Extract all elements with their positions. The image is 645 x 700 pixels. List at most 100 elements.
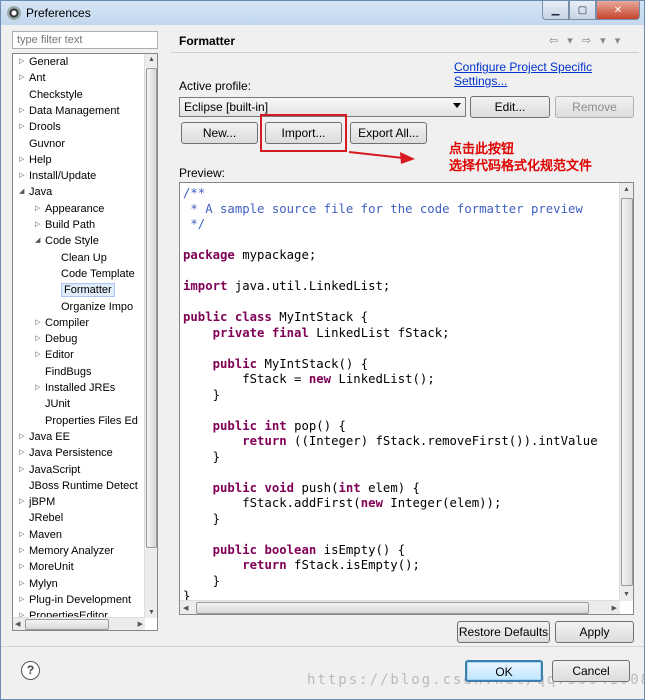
edit-button[interactable]: Edit... — [470, 96, 550, 118]
expand-arrow-icon[interactable]: ▷ — [19, 103, 29, 119]
collapse-arrow-icon[interactable]: ◢ — [35, 233, 45, 249]
title-bar[interactable]: Preferences ▁ ▢ ✕ — [1, 1, 644, 25]
expand-arrow-icon[interactable]: ▷ — [35, 315, 45, 331]
code-preview-text: /** * A sample source file for the code … — [183, 186, 620, 600]
tree-item[interactable]: Properties Files Ed — [35, 413, 138, 429]
preview-vertical-thumb[interactable] — [621, 198, 633, 586]
tree-item[interactable]: ▷ Build Path — [35, 217, 95, 233]
tree-horizontal-thumb[interactable] — [25, 619, 109, 630]
scroll-down-icon[interactable]: ▼ — [623, 591, 630, 598]
expand-arrow-icon[interactable]: ▷ — [19, 54, 29, 70]
tree-item[interactable]: Clean Up — [51, 250, 107, 266]
scroll-left-icon[interactable]: ◀ — [15, 620, 20, 628]
code-line: public boolean isEmpty() { — [183, 543, 620, 559]
code-line: } — [183, 589, 620, 600]
scroll-right-icon[interactable]: ▶ — [612, 604, 617, 612]
preview-horizontal-thumb[interactable] — [196, 602, 589, 614]
minimize-button[interactable]: ▁ — [542, 1, 569, 20]
history-nav-icons[interactable]: ⇦ ▾ ⇨ ▾ ▾ — [549, 34, 623, 47]
expand-arrow-icon[interactable]: ▷ — [19, 527, 29, 543]
scroll-down-icon[interactable]: ▼ — [148, 609, 155, 616]
expand-arrow-icon[interactable]: ▷ — [19, 543, 29, 559]
expand-arrow-icon[interactable]: ▷ — [35, 347, 45, 363]
tree-item[interactable]: ▷ General — [19, 54, 68, 70]
preview-horizontal-scrollbar[interactable]: ◀ ▶ — [180, 600, 620, 614]
code-line: * A sample source file for the code form… — [183, 202, 620, 218]
expand-arrow-icon[interactable]: ▷ — [19, 429, 29, 445]
scroll-up-icon[interactable]: ▲ — [623, 186, 630, 193]
code-line: } — [183, 574, 620, 590]
tree-item[interactable]: ▷ Help — [19, 152, 52, 168]
expand-arrow-icon[interactable]: ▷ — [19, 559, 29, 575]
scroll-up-icon[interactable]: ▲ — [148, 56, 155, 63]
tree-item[interactable]: ◢ Java — [19, 184, 52, 200]
tree-item[interactable]: ▷ Drools — [19, 119, 61, 135]
close-button[interactable]: ✕ — [596, 1, 640, 20]
tree-item[interactable]: ▷ Editor — [35, 347, 74, 363]
tree-item[interactable]: Code Template — [51, 266, 135, 282]
expand-arrow-icon[interactable]: ▷ — [35, 201, 45, 217]
tree-item[interactable]: ▷ Java EE — [19, 429, 70, 445]
ok-button[interactable]: OK — [465, 660, 543, 682]
expand-arrow-icon[interactable]: ▷ — [19, 462, 29, 478]
expand-arrow-icon[interactable]: ▷ — [19, 494, 29, 510]
cancel-button[interactable]: Cancel — [552, 660, 630, 682]
tree-item[interactable]: ▷ Appearance — [35, 201, 104, 217]
tree-item[interactable]: Guvnor — [19, 136, 65, 152]
expand-arrow-icon[interactable]: ▷ — [35, 217, 45, 233]
tree-item[interactable]: ▷ jBPM — [19, 494, 55, 510]
help-icon[interactable]: ? — [21, 661, 40, 680]
expand-arrow-icon[interactable]: ▷ — [19, 168, 29, 184]
code-preview[interactable]: /** * A sample source file for the code … — [179, 182, 634, 615]
expand-arrow-icon[interactable]: ▷ — [19, 152, 29, 168]
tree-item[interactable]: FindBugs — [35, 364, 91, 380]
maximize-button[interactable]: ▢ — [569, 1, 596, 20]
expand-arrow-icon[interactable]: ▷ — [19, 445, 29, 461]
collapse-arrow-icon[interactable]: ◢ — [19, 184, 29, 200]
tree-item[interactable]: ▷ Compiler — [35, 315, 89, 331]
tree-item[interactable]: JRebel — [19, 510, 63, 526]
tree-item[interactable]: ▷ Install/Update — [19, 168, 96, 184]
tree-vertical-scrollbar[interactable]: ▲ ▼ — [144, 54, 157, 618]
restore-defaults-button[interactable]: Restore Defaults — [457, 621, 550, 643]
tree-item[interactable]: ▷ Ant — [19, 70, 46, 86]
tree-item[interactable]: ▷ Java Persistence — [19, 445, 113, 461]
scroll-right-icon[interactable]: ▶ — [138, 620, 143, 628]
filter-input[interactable] — [12, 31, 158, 49]
tree-item[interactable]: Organize Impo — [51, 299, 133, 315]
expand-arrow-icon[interactable]: ▷ — [19, 592, 29, 608]
tree-item[interactable]: ▷ Plug-in Development — [19, 592, 131, 608]
configure-project-settings-link[interactable]: Configure Project Specific Settings... — [454, 60, 644, 88]
tree-item[interactable]: ▷ Installed JREs — [35, 380, 115, 396]
expand-arrow-icon[interactable]: ▷ — [35, 380, 45, 396]
tree-item[interactable]: Checkstyle — [19, 87, 83, 103]
tree-item[interactable]: ◢ Code Style — [35, 233, 99, 249]
tree-item[interactable]: ▷ Debug — [35, 331, 77, 347]
tree-item[interactable]: ▷ Mylyn — [19, 576, 58, 592]
code-line: fStack.addFirst(new Integer(elem)); — [183, 496, 620, 512]
tree-item[interactable]: ▷ Memory Analyzer — [19, 543, 114, 559]
tree-item[interactable]: JBoss Runtime Detect — [19, 478, 138, 494]
tree-item[interactable]: ▷ JavaScript — [19, 462, 80, 478]
expand-arrow-icon[interactable]: ▷ — [19, 119, 29, 135]
remove-button[interactable]: Remove — [555, 96, 634, 118]
tree-item[interactable]: ▷ Data Management — [19, 103, 120, 119]
scroll-left-icon[interactable]: ◀ — [183, 604, 188, 612]
apply-button[interactable]: Apply — [555, 621, 634, 643]
tree-item[interactable]: Formatter — [51, 282, 115, 298]
tree-horizontal-scrollbar[interactable]: ◀ ▶ — [13, 617, 145, 630]
tree-item[interactable]: ▷ Maven — [19, 527, 62, 543]
expand-arrow-icon[interactable]: ▷ — [19, 576, 29, 592]
preview-vertical-scrollbar[interactable]: ▲ ▼ — [619, 183, 633, 601]
tree-item-label: Installed JREs — [45, 382, 116, 394]
tree-item[interactable]: JUnit — [35, 396, 70, 412]
new-button[interactable]: New... — [181, 122, 258, 144]
code-text: java.util.LinkedList; — [227, 279, 391, 293]
tree-vertical-thumb[interactable] — [146, 68, 157, 548]
expand-arrow-icon[interactable]: ▷ — [19, 70, 29, 86]
expand-arrow-icon[interactable]: ▷ — [35, 331, 45, 347]
tree-item[interactable]: ▷ MoreUnit — [19, 559, 74, 575]
export-all-button[interactable]: Export All... — [350, 122, 427, 144]
